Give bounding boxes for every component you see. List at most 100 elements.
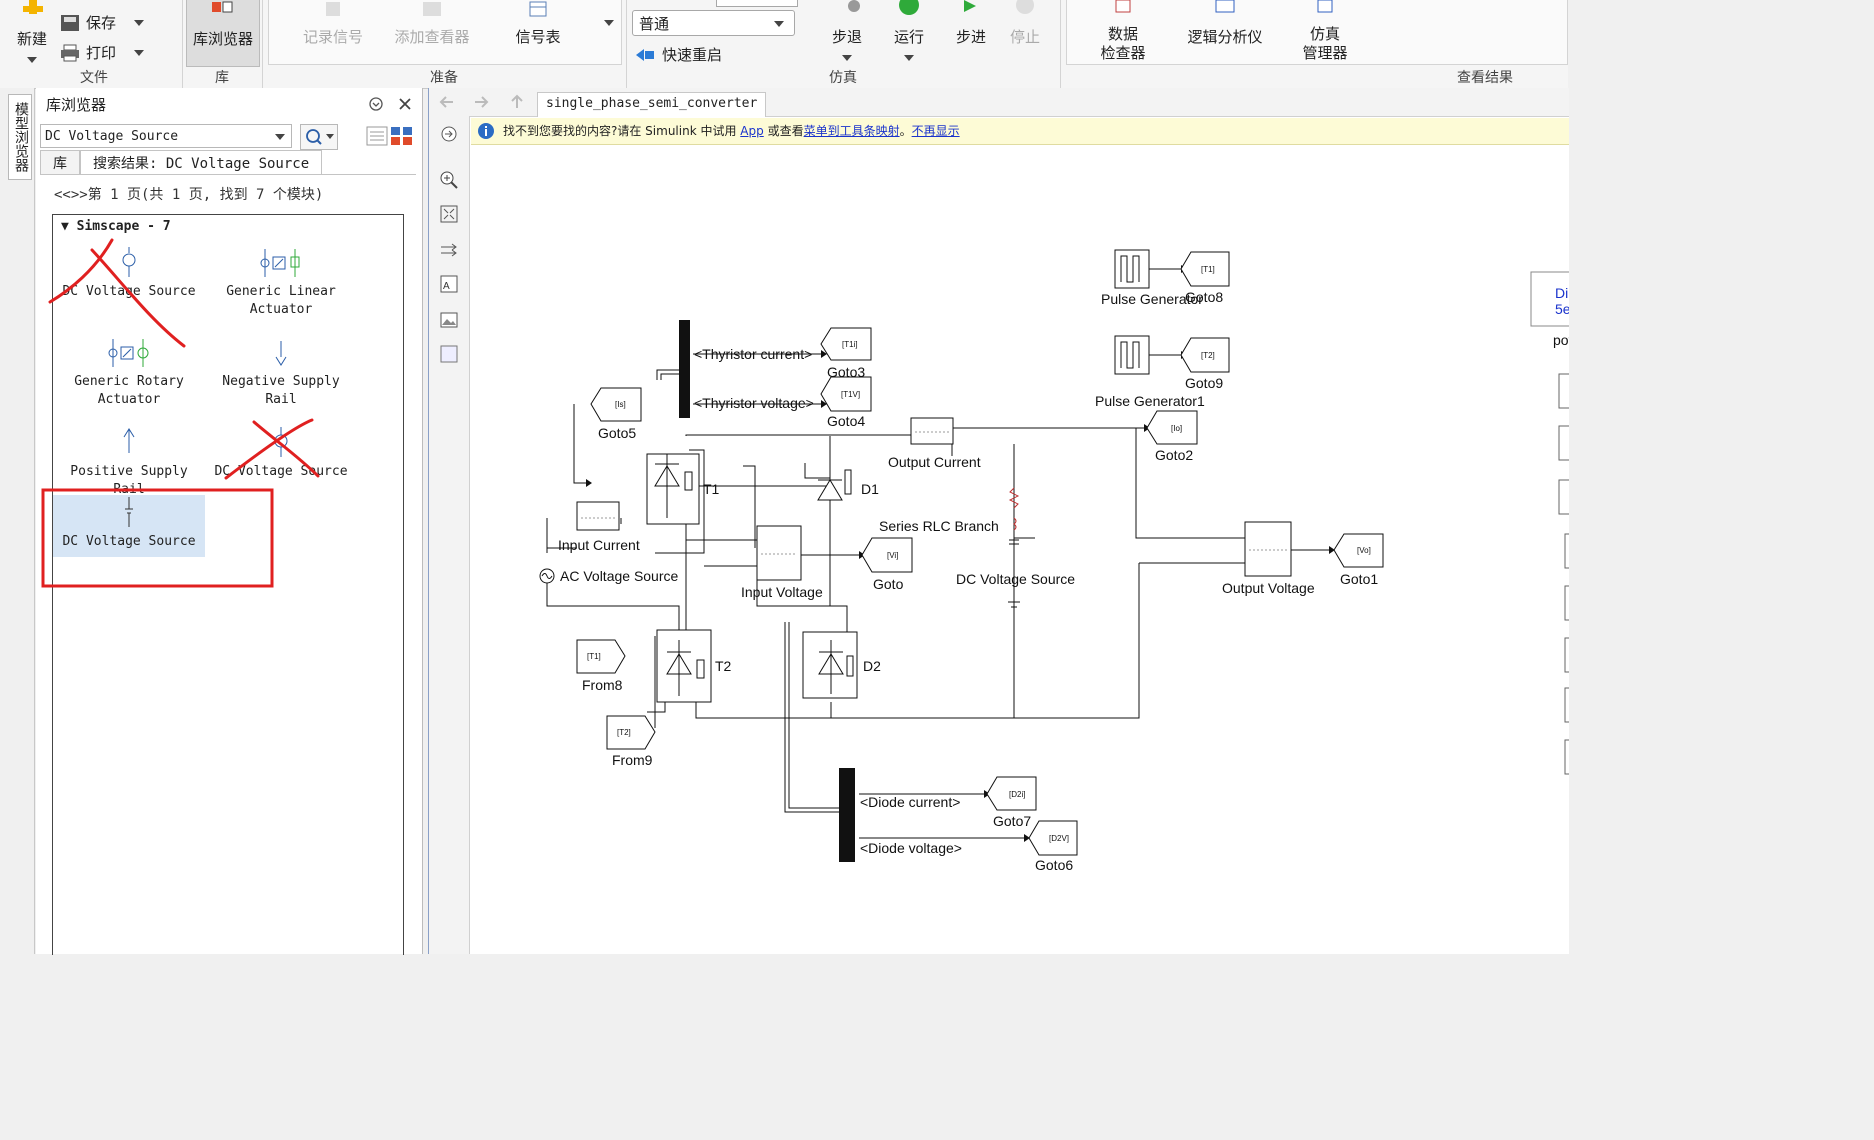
- library-browser-button[interactable]: 库浏览器: [186, 0, 260, 67]
- svg-text:[T1i]: [T1i]: [842, 340, 858, 349]
- result-positive-supply-rail[interactable]: Positive Supply Rail: [53, 427, 205, 499]
- stop-time-field[interactable]: [716, 0, 798, 7]
- edge-block[interactable]: [1558, 373, 1569, 409]
- pagination[interactable]: <<>>第 1 页(共 1 页, 找到 7 个模块): [54, 184, 323, 204]
- chevron-down-icon: [842, 55, 852, 61]
- print-button[interactable]: 打印: [60, 42, 145, 63]
- svg-text:Input Current: Input Current: [558, 537, 640, 553]
- save-button[interactable]: 保存: [60, 12, 145, 33]
- edge-block[interactable]: [1558, 425, 1569, 461]
- file-section-label: 文件: [80, 70, 108, 86]
- output-current-sensor-block[interactable]: [910, 417, 954, 445]
- input-voltage-sensor-block[interactable]: [756, 525, 802, 581]
- svg-text:Series RLC Branch: Series RLC Branch: [879, 518, 999, 534]
- result-dc-voltage-source-1[interactable]: DC Voltage Source: [53, 247, 205, 301]
- ac-voltage-source-block[interactable]: [539, 568, 555, 584]
- svg-text:From8: From8: [582, 677, 623, 693]
- step-back-icon: [848, 0, 860, 12]
- add-viewer-button[interactable]: 添加查看器: [386, 0, 478, 47]
- tab-search-results[interactable]: 搜索结果: DC Voltage Source: [80, 150, 323, 174]
- file-section: 新建 保存 打印 文件: [6, 0, 183, 88]
- from8-block[interactable]: [576, 639, 626, 674]
- log-signals-button[interactable]: 记录信号: [288, 0, 378, 47]
- simulation-mode-select[interactable]: 普通: [632, 10, 795, 36]
- edge-block[interactable]: [1558, 479, 1569, 515]
- data-inspector-icon: [1115, 0, 1131, 13]
- thyristor-bus-selector[interactable]: [679, 320, 690, 418]
- thyristor-t1-block[interactable]: [646, 453, 700, 525]
- svg-text:Goto7: Goto7: [993, 813, 1031, 829]
- svg-text:[Vi]: [Vi]: [887, 551, 898, 560]
- pulse-generator-block[interactable]: [1114, 249, 1150, 289]
- svg-text:Input Voltage: Input Voltage: [741, 584, 823, 600]
- fast-restart-toggle[interactable]: 快速重启: [634, 44, 722, 65]
- library-search-input[interactable]: DC Voltage Source: [40, 124, 292, 148]
- svg-text:Pulse Generator1: Pulse Generator1: [1095, 393, 1205, 409]
- model-editor: single_phase_semi_converter A 找不到您要找的内容?…: [428, 88, 1569, 954]
- svg-text:D1: D1: [861, 481, 879, 497]
- svg-text:Goto8: Goto8: [1185, 289, 1223, 305]
- panel-menu-icon[interactable]: [368, 96, 384, 112]
- tab-library[interactable]: 库: [40, 150, 80, 174]
- from9-block[interactable]: [606, 715, 656, 750]
- svg-text:[T2]: [T2]: [1201, 351, 1215, 360]
- new-icon: [23, 0, 43, 14]
- logic-analyzer-button[interactable]: 逻辑分析仪: [1180, 0, 1270, 47]
- svg-text:Goto1: Goto1: [1340, 571, 1378, 587]
- thyristor-t2-block[interactable]: [656, 629, 712, 703]
- model-browser-tab[interactable]: 模型浏览器: [8, 94, 32, 180]
- edge-block[interactable]: [1564, 585, 1569, 621]
- pulse-generator1-block[interactable]: [1114, 335, 1150, 375]
- edge-block[interactable]: [1564, 637, 1569, 673]
- sim-manager-button[interactable]: 仿真 管理器: [1296, 0, 1354, 63]
- diode-bus-selector[interactable]: [839, 768, 855, 862]
- diode-d1-block[interactable]: [817, 464, 852, 514]
- output-voltage-sensor-block[interactable]: [1244, 521, 1292, 577]
- result-generic-linear-actuator[interactable]: Generic Linear Actuator: [205, 247, 357, 319]
- grid-view-icon[interactable]: [390, 126, 414, 146]
- search-button[interactable]: [300, 124, 338, 150]
- svg-text:[D2i]: [D2i]: [1009, 790, 1025, 799]
- step-forward-button[interactable]: 步进: [950, 0, 992, 47]
- gallery-expand-icon[interactable]: [604, 20, 614, 26]
- chevron-down-icon: [134, 49, 145, 56]
- svg-text:Goto2: Goto2: [1155, 447, 1193, 463]
- search-results: ▼ Simscape - 7 DC Voltage Source Generic…: [52, 214, 404, 955]
- svg-text:[T2]: [T2]: [617, 728, 631, 737]
- svg-text:<Thyristor voltage>: <Thyristor voltage>: [694, 395, 814, 411]
- positive-supply-rail-icon: [123, 428, 135, 453]
- diode-d2-block[interactable]: [802, 631, 858, 699]
- data-inspector-button[interactable]: 数据 检查器: [1094, 0, 1152, 63]
- svg-text:<Diode voltage>: <Diode voltage>: [860, 840, 962, 856]
- result-dc-voltage-source-2[interactable]: DC Voltage Source: [205, 427, 357, 481]
- svg-text:D2: D2: [863, 658, 881, 674]
- step-back-button[interactable]: 步退: [826, 0, 868, 65]
- svg-text:<Thyristor current>: <Thyristor current>: [694, 346, 812, 362]
- run-icon: [899, 0, 919, 15]
- input-current-sensor-block[interactable]: [576, 501, 620, 531]
- chevron-down-icon: [134, 19, 145, 26]
- library-tabs: 库 搜索结果: DC Voltage Source: [40, 150, 323, 174]
- svg-text:<Diode current>: <Diode current>: [860, 794, 960, 810]
- svg-text:From9: From9: [612, 752, 653, 768]
- chevron-down-icon: [27, 57, 37, 63]
- group-header[interactable]: ▼ Simscape - 7: [61, 219, 171, 234]
- save-icon: [61, 14, 79, 31]
- result-dc-voltage-source-3[interactable]: DC Voltage Source: [53, 495, 205, 557]
- stop-button[interactable]: 停止: [1004, 0, 1046, 47]
- close-icon[interactable]: [398, 97, 412, 111]
- step-forward-icon: [964, 0, 976, 12]
- logic-analyzer-icon: [1215, 0, 1235, 13]
- result-negative-supply-rail[interactable]: Negative Supply Rail: [205, 337, 357, 409]
- edge-block[interactable]: [1564, 739, 1569, 775]
- result-generic-rotary-actuator[interactable]: Generic Rotary Actuator: [53, 337, 205, 409]
- edge-block[interactable]: [1564, 533, 1569, 569]
- list-view-icon[interactable]: [366, 126, 388, 146]
- run-button[interactable]: 运行: [888, 0, 930, 65]
- signal-table-button[interactable]: 信号表: [502, 0, 574, 47]
- new-button[interactable]: 新建: [10, 0, 54, 67]
- svg-text:pov: pov: [1553, 332, 1569, 348]
- edge-block[interactable]: [1564, 687, 1569, 723]
- library-section: 库浏览器 库: [182, 0, 263, 88]
- svg-text:[Io]: [Io]: [1171, 424, 1182, 433]
